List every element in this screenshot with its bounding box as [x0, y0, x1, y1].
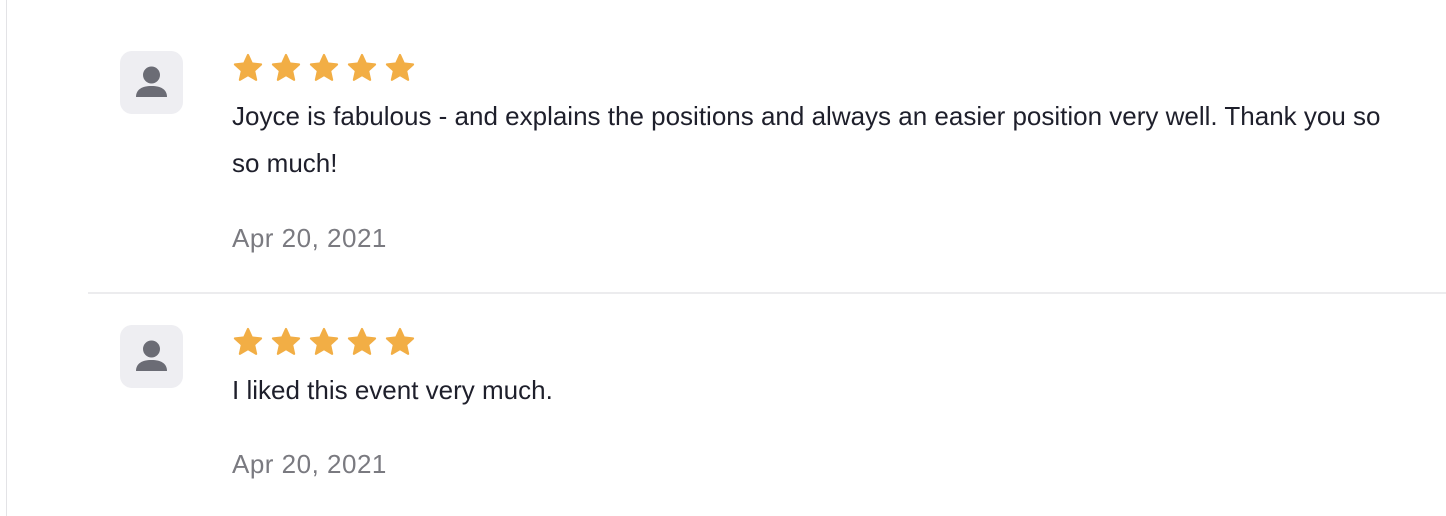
- reviews-list: Joyce is fabulous - and explains the pos…: [0, 0, 1446, 516]
- star-icon: [309, 327, 339, 355]
- star-rating: [231, 326, 417, 358]
- star-icon: [347, 53, 377, 81]
- star-icon: [347, 327, 377, 355]
- star-rating: [231, 52, 417, 84]
- star-icon: [233, 327, 263, 355]
- review-item: Joyce is fabulous - and explains the pos…: [0, 0, 1446, 292]
- star-icon: [385, 327, 415, 355]
- star-icon: [309, 53, 339, 81]
- star-icon: [233, 53, 263, 81]
- avatar: [120, 51, 183, 114]
- review-text: Joyce is fabulous - and explains the pos…: [232, 101, 1381, 178]
- review-date: Apr 20, 2021: [232, 223, 387, 253]
- review-text: I liked this event very much.: [232, 375, 553, 405]
- user-icon: [136, 66, 167, 97]
- star-icon: [385, 53, 415, 81]
- review-item: I liked this event very much. Apr 20, 20…: [0, 294, 1446, 516]
- review-date: Apr 20, 2021: [232, 449, 387, 479]
- avatar: [120, 325, 183, 388]
- user-icon: [136, 340, 167, 371]
- star-icon: [271, 53, 301, 81]
- star-icon: [271, 327, 301, 355]
